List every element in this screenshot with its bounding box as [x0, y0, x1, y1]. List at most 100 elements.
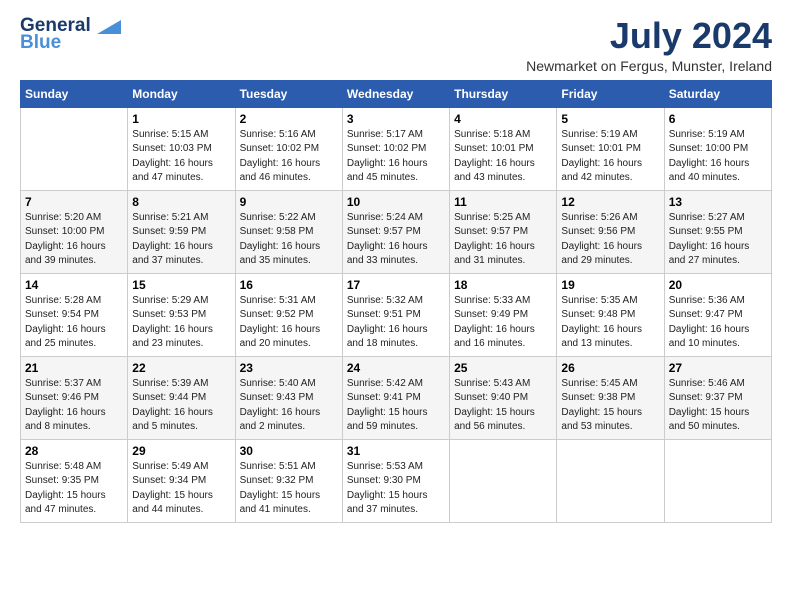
calendar-cell: 8 Sunrise: 5:21 AMSunset: 9:59 PMDaylight…: [128, 190, 235, 273]
day-info: Sunrise: 5:18 AMSunset: 10:01 PMDaylight…: [454, 128, 552, 186]
calendar-cell: [557, 439, 664, 522]
calendar-cell: 6 Sunrise: 5:19 AMSunset: 10:00 PMDayligh…: [664, 107, 771, 190]
calendar-cell: 7 Sunrise: 5:20 AMSunset: 10:00 PMDayligh…: [21, 190, 128, 273]
day-number: 8: [132, 195, 230, 209]
calendar-cell: 30 Sunrise: 5:51 AMSunset: 9:32 PMDayligh…: [235, 439, 342, 522]
calendar-cell: 15 Sunrise: 5:29 AMSunset: 9:53 PMDayligh…: [128, 273, 235, 356]
day-number: 30: [240, 444, 338, 458]
day-info: Sunrise: 5:19 AMSunset: 10:01 PMDaylight…: [561, 128, 659, 186]
weekday-header-wednesday: Wednesday: [342, 80, 449, 107]
day-number: 20: [669, 278, 767, 292]
day-info: Sunrise: 5:46 AMSunset: 9:37 PMDaylight:…: [669, 377, 767, 435]
calendar-cell: 5 Sunrise: 5:19 AMSunset: 10:01 PMDayligh…: [557, 107, 664, 190]
calendar-cell: 9Sunrise: 5:22 AMSunset: 9:58 PMDaylight…: [235, 190, 342, 273]
week-row-3: 14 Sunrise: 5:28 AMSunset: 9:54 PMDayligh…: [21, 273, 772, 356]
day-number: 10: [347, 195, 445, 209]
day-info: Sunrise: 5:28 AMSunset: 9:54 PMDaylight:…: [25, 294, 123, 352]
logo-icon: [93, 16, 121, 34]
calendar-cell: 29 Sunrise: 5:49 AMSunset: 9:34 PMDayligh…: [128, 439, 235, 522]
day-number: 13: [669, 195, 767, 209]
day-info: Sunrise: 5:32 AMSunset: 9:51 PMDaylight:…: [347, 294, 445, 352]
title-area: July 2024 Newmarket on Fergus, Munster, …: [526, 16, 772, 74]
calendar-body: 1Sunrise: 5:15 AMSunset: 10:03 PMDayligh…: [21, 107, 772, 522]
day-info: Sunrise: 5:48 AMSunset: 9:35 PMDaylight:…: [25, 460, 123, 518]
logo: General Blue: [20, 16, 121, 52]
weekday-header-monday: Monday: [128, 80, 235, 107]
day-number: 25: [454, 361, 552, 375]
day-info: Sunrise: 5:40 AMSunset: 9:43 PMDaylight:…: [240, 377, 338, 435]
calendar-cell: 13Sunrise: 5:27 AMSunset: 9:55 PMDayligh…: [664, 190, 771, 273]
day-info: Sunrise: 5:49 AMSunset: 9:34 PMDaylight:…: [132, 460, 230, 518]
day-info: Sunrise: 5:42 AMSunset: 9:41 PMDaylight:…: [347, 377, 445, 435]
calendar-cell: 25 Sunrise: 5:43 AMSunset: 9:40 PMDayligh…: [450, 356, 557, 439]
day-info: Sunrise: 5:51 AMSunset: 9:32 PMDaylight:…: [240, 460, 338, 518]
day-info: Sunrise: 5:45 AMSunset: 9:38 PMDaylight:…: [561, 377, 659, 435]
day-info: Sunrise: 5:15 AMSunset: 10:03 PMDaylight…: [132, 128, 230, 186]
weekday-header-friday: Friday: [557, 80, 664, 107]
day-number: 6: [669, 112, 767, 126]
day-number: 5: [561, 112, 659, 126]
calendar-cell: 1Sunrise: 5:15 AMSunset: 10:03 PMDayligh…: [128, 107, 235, 190]
day-number: 7: [25, 195, 123, 209]
day-info: Sunrise: 5:37 AMSunset: 9:46 PMDaylight:…: [25, 377, 123, 435]
day-number: 26: [561, 361, 659, 375]
day-number: 11: [454, 195, 552, 209]
day-number: 14: [25, 278, 123, 292]
calendar-cell: 10 Sunrise: 5:24 AMSunset: 9:57 PMDayligh…: [342, 190, 449, 273]
day-number: 21: [25, 361, 123, 375]
day-info: Sunrise: 5:20 AMSunset: 10:00 PMDaylight…: [25, 211, 123, 269]
week-row-5: 28Sunrise: 5:48 AMSunset: 9:35 PMDayligh…: [21, 439, 772, 522]
day-info: Sunrise: 5:19 AMSunset: 10:00 PMDaylight…: [669, 128, 767, 186]
calendar-cell: 31Sunrise: 5:53 AMSunset: 9:30 PMDayligh…: [342, 439, 449, 522]
calendar-cell: 2Sunrise: 5:16 AMSunset: 10:02 PMDayligh…: [235, 107, 342, 190]
calendar-cell: [664, 439, 771, 522]
calendar-cell: 12Sunrise: 5:26 AMSunset: 9:56 PMDayligh…: [557, 190, 664, 273]
day-number: 4: [454, 112, 552, 126]
calendar-cell: 26 Sunrise: 5:45 AMSunset: 9:38 PMDayligh…: [557, 356, 664, 439]
calendar-cell: [450, 439, 557, 522]
day-number: 16: [240, 278, 338, 292]
day-info: Sunrise: 5:25 AMSunset: 9:57 PMDaylight:…: [454, 211, 552, 269]
day-number: 29: [132, 444, 230, 458]
calendar-cell: 11 Sunrise: 5:25 AMSunset: 9:57 PMDayligh…: [450, 190, 557, 273]
calendar-cell: 23 Sunrise: 5:40 AMSunset: 9:43 PMDayligh…: [235, 356, 342, 439]
day-info: Sunrise: 5:29 AMSunset: 9:53 PMDaylight:…: [132, 294, 230, 352]
day-number: 22: [132, 361, 230, 375]
calendar-cell: 17 Sunrise: 5:32 AMSunset: 9:51 PMDayligh…: [342, 273, 449, 356]
calendar-cell: 27 Sunrise: 5:46 AMSunset: 9:37 PMDayligh…: [664, 356, 771, 439]
calendar-cell: 21 Sunrise: 5:37 AMSunset: 9:46 PMDayligh…: [21, 356, 128, 439]
month-title: July 2024: [526, 16, 772, 56]
weekday-header-tuesday: Tuesday: [235, 80, 342, 107]
day-info: Sunrise: 5:21 AMSunset: 9:59 PMDaylight:…: [132, 211, 230, 269]
calendar-cell: 24Sunrise: 5:42 AMSunset: 9:41 PMDayligh…: [342, 356, 449, 439]
day-number: 15: [132, 278, 230, 292]
calendar-cell: 4 Sunrise: 5:18 AMSunset: 10:01 PMDayligh…: [450, 107, 557, 190]
weekday-header-row: SundayMondayTuesdayWednesdayThursdayFrid…: [21, 80, 772, 107]
day-number: 23: [240, 361, 338, 375]
calendar-cell: 14 Sunrise: 5:28 AMSunset: 9:54 PMDayligh…: [21, 273, 128, 356]
weekday-header-sunday: Sunday: [21, 80, 128, 107]
day-number: 31: [347, 444, 445, 458]
day-number: 3: [347, 112, 445, 126]
day-info: Sunrise: 5:35 AMSunset: 9:48 PMDaylight:…: [561, 294, 659, 352]
day-info: Sunrise: 5:39 AMSunset: 9:44 PMDaylight:…: [132, 377, 230, 435]
day-info: Sunrise: 5:24 AMSunset: 9:57 PMDaylight:…: [347, 211, 445, 269]
logo-blue: Blue: [20, 33, 61, 52]
day-number: 27: [669, 361, 767, 375]
calendar-cell: [21, 107, 128, 190]
day-number: 19: [561, 278, 659, 292]
day-number: 2: [240, 112, 338, 126]
day-info: Sunrise: 5:33 AMSunset: 9:49 PMDaylight:…: [454, 294, 552, 352]
day-number: 18: [454, 278, 552, 292]
day-info: Sunrise: 5:26 AMSunset: 9:56 PMDaylight:…: [561, 211, 659, 269]
day-number: 9: [240, 195, 338, 209]
day-info: Sunrise: 5:43 AMSunset: 9:40 PMDaylight:…: [454, 377, 552, 435]
calendar-cell: 28Sunrise: 5:48 AMSunset: 9:35 PMDayligh…: [21, 439, 128, 522]
calendar-cell: 19 Sunrise: 5:35 AMSunset: 9:48 PMDayligh…: [557, 273, 664, 356]
calendar-table: SundayMondayTuesdayWednesdayThursdayFrid…: [20, 80, 772, 523]
day-number: 17: [347, 278, 445, 292]
day-info: Sunrise: 5:36 AMSunset: 9:47 PMDaylight:…: [669, 294, 767, 352]
day-info: Sunrise: 5:17 AMSunset: 10:02 PMDaylight…: [347, 128, 445, 186]
calendar-cell: 20 Sunrise: 5:36 AMSunset: 9:47 PMDayligh…: [664, 273, 771, 356]
subtitle: Newmarket on Fergus, Munster, Ireland: [526, 58, 772, 74]
